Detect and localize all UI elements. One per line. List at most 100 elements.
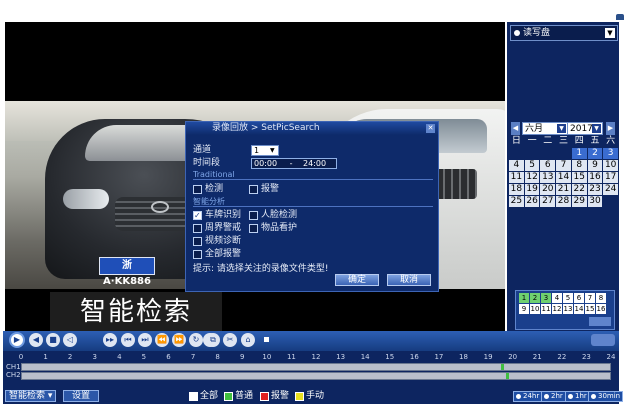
calendar-day[interactable]: 23 xyxy=(587,184,603,195)
calendar-day[interactable]: 20 xyxy=(540,184,556,195)
calendar-day[interactable]: 5 xyxy=(524,160,540,171)
calendar-day[interactable]: 19 xyxy=(524,184,540,195)
channel-button[interactable]: 14 xyxy=(574,304,584,314)
calendar-day[interactable]: 25 xyxy=(509,196,524,207)
channel-button[interactable]: 15 xyxy=(585,304,595,314)
perimeter-checkbox[interactable]: 周界警戒 xyxy=(193,223,241,234)
clip-icon[interactable]: ✂ xyxy=(223,333,237,347)
prev-frame-icon[interactable]: ⏮ xyxy=(121,333,135,347)
year-value: 2017 xyxy=(570,124,593,134)
calendar-day[interactable]: 15 xyxy=(571,172,587,183)
calendar-day[interactable]: 8 xyxy=(571,160,587,171)
fullscreen-icon[interactable]: ⧉ xyxy=(206,333,220,347)
calendar-day[interactable]: 7 xyxy=(556,160,571,171)
timeline-tick: 23 xyxy=(581,353,591,361)
time-range-input[interactable]: 00:00 - 24:00 xyxy=(251,158,337,169)
calendar-day[interactable]: 30 xyxy=(587,196,603,207)
channel-button[interactable]: 3 xyxy=(541,293,551,303)
channel-button[interactable]: 2 xyxy=(530,293,540,303)
play-icon[interactable]: ▶ xyxy=(9,332,25,348)
calendar-day[interactable]: 27 xyxy=(540,196,556,207)
backup-icon[interactable]: ⌂ xyxy=(241,333,255,347)
channel-button[interactable]: 10 xyxy=(530,304,540,314)
calendar-day[interactable]: 16 xyxy=(587,172,603,183)
plate-recog-label: 车牌识别 xyxy=(205,210,242,220)
zoom-30min-button[interactable]: 30min xyxy=(588,391,624,402)
legend-alarm[interactable]: 报警 xyxy=(260,391,289,402)
calendar-day[interactable]: 22 xyxy=(571,184,587,195)
next-month-button[interactable]: ▶ xyxy=(606,122,615,135)
year-select[interactable]: 2017 ▼ xyxy=(567,122,603,135)
channel-button[interactable]: 9 xyxy=(519,304,529,314)
channel-button[interactable]: 7 xyxy=(585,293,595,303)
alarm-checkbox[interactable]: 报警 xyxy=(249,184,279,195)
calendar-day[interactable]: 12 xyxy=(524,172,540,183)
reverse-play-icon[interactable]: ◀ xyxy=(29,333,43,347)
detect-checkbox[interactable]: 检测 xyxy=(193,184,223,195)
calendar-day[interactable]: 1 xyxy=(571,148,587,159)
cancel-button[interactable]: 取消 xyxy=(387,274,431,286)
object-guard-checkbox[interactable]: 物品看护 xyxy=(249,223,297,234)
channel-button[interactable]: 16 xyxy=(596,304,606,314)
calendar-day[interactable]: 28 xyxy=(556,196,571,207)
channel-button[interactable]: 1 xyxy=(519,293,529,303)
channel-button[interactable]: 5 xyxy=(563,293,573,303)
timeline-row-ch1[interactable] xyxy=(21,363,611,371)
radio-dot-icon xyxy=(544,394,549,399)
next-file-icon[interactable]: ⏩ xyxy=(172,333,186,347)
timeline[interactable]: 0 1 2 3 4 5 6 7 8 9 10 11 12 13 14 15 16 17 18 19 20 21 22 23 24… xyxy=(3,351,619,389)
calendar-day[interactable]: 13 xyxy=(540,172,556,183)
calendar-day[interactable]: 3 xyxy=(603,148,619,159)
channel-button[interactable]: 12 xyxy=(552,304,562,314)
timeline-tick: 2 xyxy=(67,353,73,361)
calendar-day[interactable]: 24 xyxy=(603,184,619,195)
channel-button[interactable]: 13 xyxy=(563,304,573,314)
toggle-view-button[interactable] xyxy=(591,334,615,346)
zoom-2hr-button[interactable]: 2hr xyxy=(541,391,566,402)
calendar-day[interactable]: 21 xyxy=(556,184,571,195)
ok-button[interactable]: 确定 xyxy=(335,274,379,286)
zoom-24hr-button[interactable]: 24hr xyxy=(513,391,543,402)
prev-file-icon[interactable]: ⏪ xyxy=(155,333,169,347)
calendar-day[interactable]: 29 xyxy=(571,196,587,207)
legend-swatch xyxy=(260,392,269,401)
settings-button[interactable]: 设置 xyxy=(63,390,99,402)
smart-search-button[interactable]: 智能检索 ▾ xyxy=(5,390,57,402)
next-frame-icon[interactable]: ⏭ xyxy=(138,333,152,347)
month-select[interactable]: 六月 ▼ xyxy=(522,122,568,135)
storage-dropdown[interactable]: 读写盘 ▼ xyxy=(510,25,618,41)
prev-month-button[interactable]: ◀ xyxy=(511,122,520,135)
calendar-day[interactable]: 9 xyxy=(587,160,603,171)
plate-recog-checkbox[interactable]: 车牌识别 xyxy=(193,210,241,221)
close-icon[interactable]: ✕ xyxy=(426,124,435,133)
channel-button[interactable]: 8 xyxy=(596,293,606,303)
legend-all[interactable]: 全部 xyxy=(189,391,218,402)
channel-select[interactable]: 1 ▼ xyxy=(251,145,279,156)
repeat-icon[interactable]: ↻ xyxy=(189,333,203,347)
calendar-day[interactable]: 2 xyxy=(587,148,603,159)
home-icon[interactable] xyxy=(616,14,624,20)
fast-forward-icon[interactable]: ▸▸ xyxy=(103,333,117,347)
calendar-day[interactable]: 18 xyxy=(509,184,524,195)
calendar-day[interactable]: 11 xyxy=(509,172,524,183)
calendar-day[interactable]: 17 xyxy=(603,172,619,183)
all-alarm-checkbox[interactable]: 全部报警 xyxy=(193,249,241,260)
video-diag-checkbox[interactable]: 视频诊断 xyxy=(193,236,241,247)
channel-apply-button[interactable] xyxy=(589,317,611,326)
timeline-row-ch2[interactable] xyxy=(21,372,611,380)
calendar-day[interactable]: 10 xyxy=(603,160,619,171)
channel-button[interactable]: 6 xyxy=(574,293,584,303)
slow-icon[interactable]: ◁ xyxy=(63,333,77,347)
calendar-day[interactable]: 26 xyxy=(524,196,540,207)
channel-button[interactable]: 4 xyxy=(552,293,562,303)
zoom-1hr-button[interactable]: 1hr xyxy=(565,391,590,402)
legend-manual[interactable]: 手动 xyxy=(295,391,324,402)
all-alarm-label: 全部报警 xyxy=(205,249,242,259)
legend-normal[interactable]: 普通 xyxy=(224,391,253,402)
calendar-day[interactable]: 6 xyxy=(540,160,556,171)
calendar-day[interactable]: 14 xyxy=(556,172,571,183)
face-detect-checkbox[interactable]: 人脸检测 xyxy=(249,210,297,221)
stop-icon[interactable]: ■ xyxy=(46,333,60,347)
calendar-day[interactable]: 4 xyxy=(509,160,524,171)
channel-button[interactable]: 11 xyxy=(541,304,551,314)
